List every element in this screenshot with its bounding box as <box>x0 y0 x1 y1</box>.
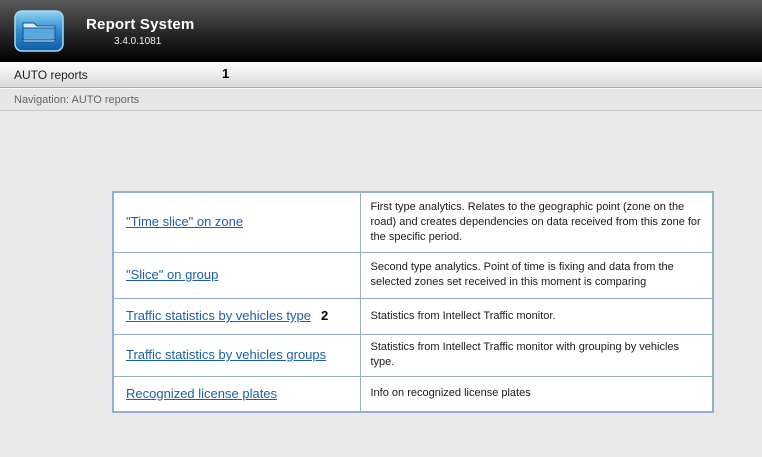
link-traffic-statistics-by-vehicles-groups[interactable]: Traffic statistics by vehicles groups <box>126 347 326 362</box>
menu-item-auto-reports[interactable]: AUTO reports <box>14 68 88 82</box>
main-content: "Time slice" on zone First type analytic… <box>0 111 762 413</box>
desc-traffic-statistics-by-vehicles-groups: Statistics from Intellect Traffic monito… <box>360 334 713 376</box>
reports-table: "Time slice" on zone First type analytic… <box>112 191 714 413</box>
desc-slice-on-group: Second type analytics. Point of time is … <box>360 252 713 298</box>
link-slice-on-group[interactable]: "Slice" on group <box>126 267 218 282</box>
link-recognized-license-plates[interactable]: Recognized license plates <box>126 386 277 401</box>
app-version: 3.4.0.1081 <box>86 36 194 47</box>
desc-traffic-statistics-by-vehicles-type: Statistics from Intellect Traffic monito… <box>360 298 713 334</box>
table-row: "Time slice" on zone First type analytic… <box>113 192 713 252</box>
table-row: Traffic statistics by vehicles groups St… <box>113 334 713 376</box>
title-block: Report System 3.4.0.1081 <box>86 16 194 47</box>
table-row: Traffic statistics by vehicles type 2 Sta… <box>113 298 713 334</box>
desc-recognized-license-plates: Info on recognized license plates <box>360 376 713 412</box>
folder-icon <box>14 10 64 52</box>
app-title: Report System <box>86 16 194 33</box>
link-time-slice-on-zone[interactable]: "Time slice" on zone <box>126 214 243 229</box>
breadcrumb-bar: Navigation: AUTO reports <box>0 88 762 111</box>
table-row: Recognized license plates Info on recogn… <box>113 376 713 412</box>
desc-time-slice-on-zone: First type analytics. Relates to the geo… <box>360 192 713 252</box>
breadcrumb: Navigation: AUTO reports <box>14 94 139 106</box>
annotation-marker-1: 1 <box>222 66 229 81</box>
table-row: "Slice" on group Second type analytics. … <box>113 252 713 298</box>
menu-bar: AUTO reports 1 <box>0 62 762 88</box>
annotation-marker-2: 2 <box>321 308 328 323</box>
app-header: Report System 3.4.0.1081 <box>0 0 762 62</box>
link-traffic-statistics-by-vehicles-type[interactable]: Traffic statistics by vehicles type <box>126 308 311 323</box>
